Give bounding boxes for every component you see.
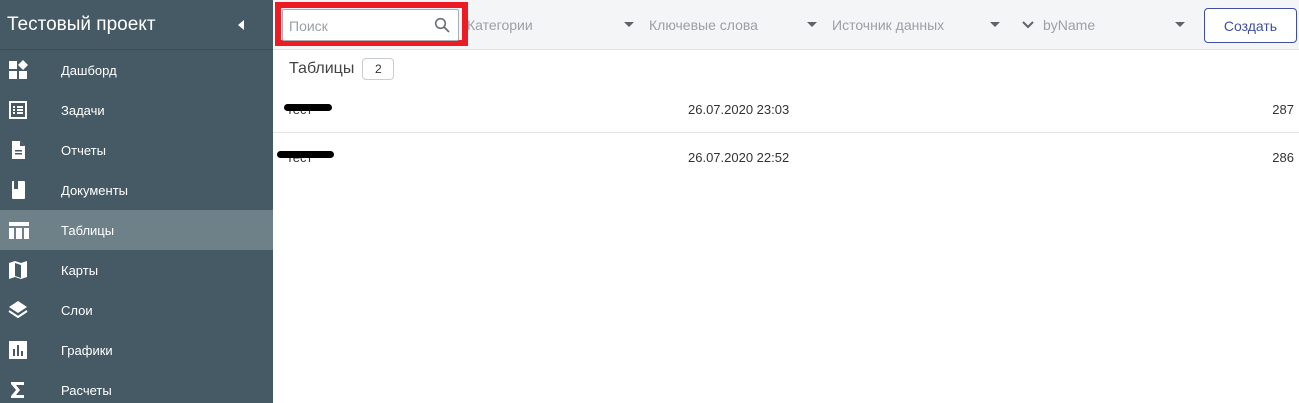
sidebar: Тестовый проект Дашборд Задачи Отчеты До… [0,0,273,403]
categories-filter[interactable]: Категории [467,14,634,36]
table-row[interactable]: тест 26.07.2020 22:52 286 [273,134,1299,181]
sidebar-item-documents[interactable]: Документы [0,170,273,210]
book-icon [0,170,61,210]
map-icon [0,250,61,290]
toolbar: Категории Ключевые слова Источник данных… [273,0,1299,50]
sidebar-item-label: Расчеты [61,382,112,398]
sidebar-item-label: Таблицы [61,222,115,238]
triangle-left-icon[interactable] [233,17,249,33]
sigma-icon [0,370,61,403]
sidebar-item-label: Задачи [61,102,105,118]
table-row[interactable]: тест 26.07.2020 23:03 287 [273,86,1299,133]
sidebar-item-layers[interactable]: Слои [0,290,273,330]
keywords-filter[interactable]: Ключевые слова [649,14,817,36]
search-box[interactable] [282,9,459,41]
layers-icon [0,290,61,330]
count-badge: 2 [362,58,395,80]
sidebar-item-label: Дашборд [61,62,117,78]
search-input[interactable] [289,16,429,36]
sidebar-item-dashboard[interactable]: Дашборд [0,50,273,90]
sort-filter[interactable]: byName [1020,14,1185,36]
sidebar-item-calculations[interactable]: Расчеты [0,370,273,403]
project-title: Тестовый проект [7,13,156,35]
sidebar-header: Тестовый проект [0,0,273,50]
sidebar-item-reports[interactable]: Отчеты [0,130,273,170]
search-icon[interactable] [434,17,450,38]
dashboard-icon [0,50,61,90]
sidebar-item-charts[interactable]: Графики [0,330,273,370]
create-button[interactable]: Создать [1204,8,1297,43]
caret-down-icon [807,22,817,27]
caret-down-icon [624,22,634,27]
data-source-filter-label: Источник данных [832,17,945,33]
caret-down-icon [990,22,1000,27]
row-count: 286 [1272,150,1294,165]
main-content: Таблицы 2 тест 26.07.2020 23:03 287 тест… [273,50,1299,403]
sidebar-item-tasks[interactable]: Задачи [0,90,273,130]
data-source-filter[interactable]: Источник данных [832,14,1000,36]
row-count: 287 [1272,102,1294,117]
table-icon [0,210,61,250]
page-title: Таблицы [289,60,355,77]
document-icon [0,130,61,170]
row-date: 26.07.2020 22:52 [688,150,790,165]
chevron-down-icon[interactable] [1020,17,1036,33]
bar-chart-icon [0,330,61,370]
caret-down-icon [1175,22,1185,27]
redaction-mark [284,104,332,111]
sidebar-item-label: Отчеты [61,142,106,158]
sidebar-item-label: Карты [61,262,99,278]
task-list-icon [0,90,61,130]
sidebar-item-label: Документы [61,182,129,198]
section-header: Таблицы 2 [289,58,395,80]
keywords-filter-label: Ключевые слова [649,17,758,33]
sidebar-item-label: Слои [61,302,93,318]
sort-filter-label: byName [1043,17,1096,33]
sidebar-item-tables[interactable]: Таблицы [0,210,273,250]
app-window: Тестовый проект Дашборд Задачи Отчеты До… [0,0,1299,403]
sidebar-item-maps[interactable]: Карты [0,250,273,290]
categories-filter-label: Категории [467,17,533,33]
redaction-mark [277,151,334,158]
sidebar-item-label: Графики [61,342,113,358]
row-date: 26.07.2020 23:03 [688,102,790,117]
